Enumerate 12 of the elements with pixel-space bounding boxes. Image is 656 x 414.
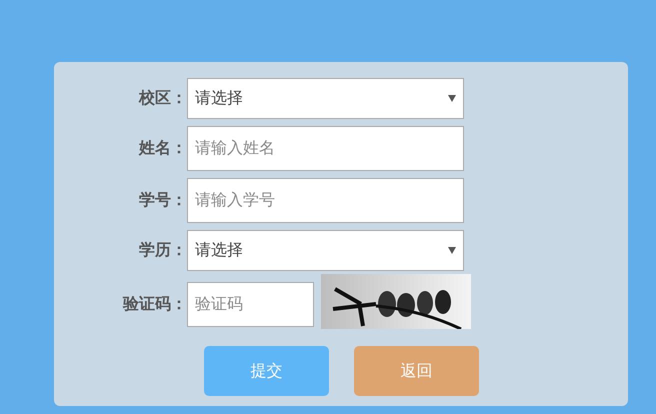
field-label: 学号： bbox=[138, 190, 187, 211]
dropdown-icon bbox=[448, 95, 456, 102]
select-field[interactable]: 请选择 bbox=[187, 230, 464, 271]
input-field[interactable]: 验证码 bbox=[187, 282, 314, 327]
input-field[interactable]: 请输入姓名 bbox=[187, 126, 464, 171]
dropdown-icon bbox=[448, 247, 456, 254]
field-label: 姓名： bbox=[138, 138, 187, 159]
input-field[interactable]: 请输入学号 bbox=[187, 178, 464, 223]
field-label: 验证码： bbox=[122, 294, 187, 315]
field-label: 学历： bbox=[138, 240, 187, 261]
select-field[interactable]: 请选择 bbox=[187, 78, 464, 119]
field-label: 校区： bbox=[138, 88, 187, 109]
